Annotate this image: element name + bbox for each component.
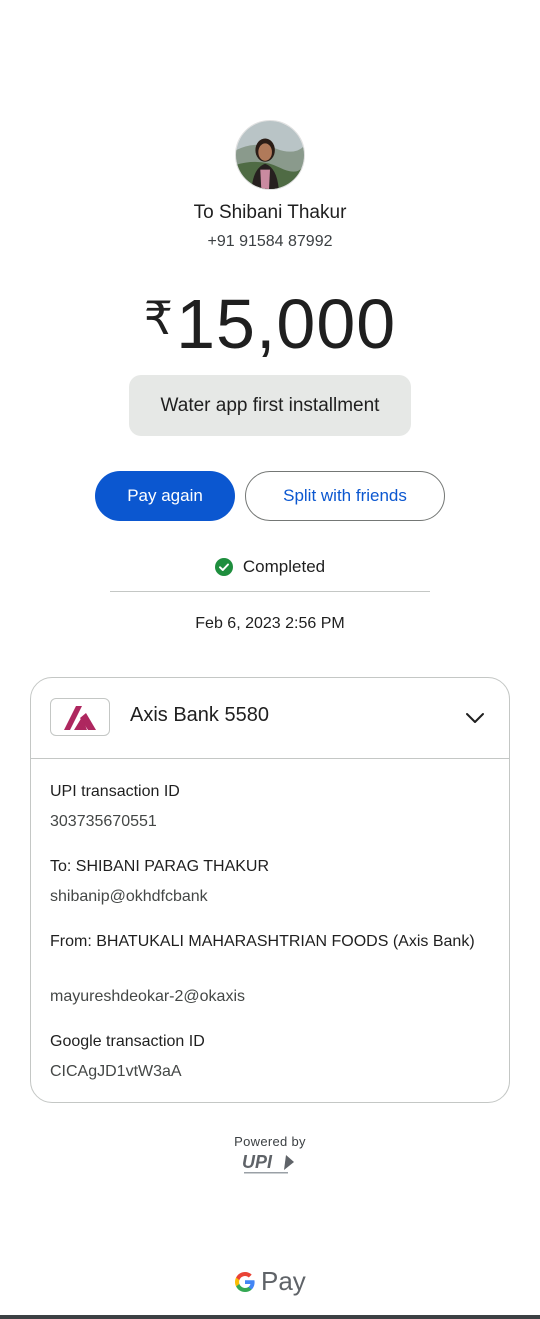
axis-bank-logo bbox=[50, 698, 110, 736]
google-g-icon bbox=[235, 1271, 255, 1292]
recipient-name: To Shibani Thakur bbox=[193, 202, 347, 223]
navigation-bar bbox=[0, 1315, 540, 1319]
upi-transaction-id-value: 303735670551 bbox=[50, 813, 157, 830]
currency-symbol: ₹ bbox=[143, 292, 175, 344]
bank-account-name: Axis Bank 5580 bbox=[130, 704, 269, 726]
upi-transaction-id-label: UPI transaction ID bbox=[50, 783, 180, 800]
amount-value: 15,000 bbox=[176, 285, 397, 363]
status-row: Completed bbox=[0, 557, 540, 577]
avatar bbox=[235, 120, 305, 190]
upi-logo-text: UPI bbox=[242, 1152, 273, 1172]
transaction-details-card: Axis Bank 5580 UPI transaction ID 303735… bbox=[30, 677, 510, 1103]
payment-note: Water app first installment bbox=[129, 375, 411, 436]
from-upi-id: mayureshdeokar-2@okaxis bbox=[50, 988, 245, 1005]
to-account-label: To: SHIBANI PARAG THAKUR bbox=[50, 858, 270, 875]
google-transaction-id-label: Google transaction ID bbox=[50, 1033, 205, 1050]
gpay-text: Pay bbox=[261, 1266, 306, 1296]
google-transaction-id-value: CICAgJD1vtW3aA bbox=[50, 1063, 182, 1080]
powered-by-text: Powered by bbox=[234, 1134, 306, 1149]
status-text: Completed bbox=[242, 557, 326, 576]
from-account-label: From: BHATUKALI MAHARASHTRIAN FOODS (Axi… bbox=[50, 933, 475, 950]
transaction-datetime: Feb 6, 2023 2:56 PM bbox=[195, 615, 345, 632]
chevron-down-icon[interactable] bbox=[463, 706, 487, 730]
check-circle-icon bbox=[214, 558, 233, 576]
to-upi-id: shibanip@okhdfcbank bbox=[50, 888, 208, 905]
bank-account-header[interactable]: Axis Bank 5580 bbox=[31, 678, 509, 759]
upi-logo: UPI bbox=[242, 1152, 294, 1174]
google-pay-logo: Pay bbox=[233, 1266, 306, 1297]
payment-amount: ₹15,000 bbox=[0, 278, 540, 364]
pay-again-button[interactable]: Pay again bbox=[95, 471, 235, 521]
avatar-photo bbox=[236, 121, 304, 189]
recipient-phone: +91 91584 87992 bbox=[207, 233, 333, 250]
divider bbox=[110, 591, 430, 592]
split-with-friends-button[interactable]: Split with friends bbox=[245, 471, 445, 521]
